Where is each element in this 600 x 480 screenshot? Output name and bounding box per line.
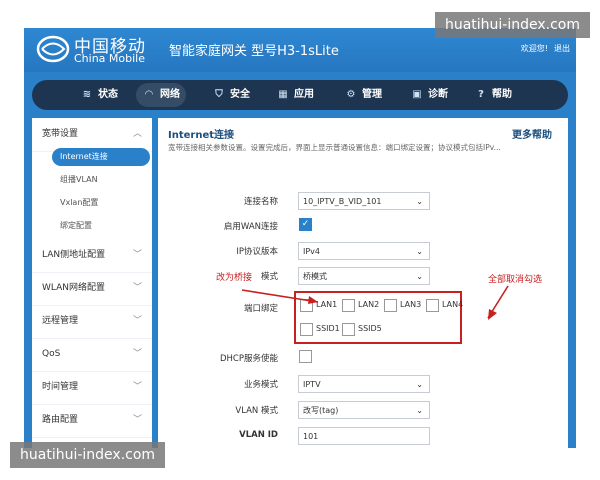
nav-diagnostics[interactable]: ▣ 诊断 xyxy=(410,80,448,110)
sidebar-item-binding[interactable]: 绑定配置 xyxy=(52,217,150,235)
logo-english-text: China Mobile xyxy=(74,52,146,65)
nav-help[interactable]: ? 帮助 xyxy=(474,80,512,110)
welcome-text: 欢迎您! xyxy=(520,44,548,53)
chevron-down-icon: ﹀ xyxy=(132,349,142,359)
nav-security[interactable]: ⛉ 安全 xyxy=(212,80,250,110)
ip-version-label: IP协议版本 xyxy=(236,247,278,257)
ssid1-checkbox[interactable] xyxy=(300,323,313,336)
nav-network[interactable]: ◠ 网络 xyxy=(136,83,186,107)
nav-management[interactable]: ⚙ 管理 xyxy=(344,80,382,110)
sidebar-group-wlan[interactable]: WLAN网络配置 ﹀ xyxy=(32,272,152,306)
chevron-down-icon: ﹀ xyxy=(132,283,142,293)
content-panel: Internet连接 更多帮助 宽带连接相关参数设置。设置完成后，界面上显示普通… xyxy=(158,118,568,448)
lan1-label: LAN1 xyxy=(316,300,338,309)
ssid5-checkbox[interactable] xyxy=(342,323,355,336)
dhcp-label: DHCP服务使能 xyxy=(220,354,278,364)
logout-link[interactable]: 退出 xyxy=(554,43,570,54)
arrow-to-ports-head xyxy=(488,309,497,320)
watermark-bottom: huatihui-index.com xyxy=(10,442,166,468)
china-mobile-logo-icon xyxy=(36,35,70,63)
sidebar-item-internet[interactable]: Internet连接 xyxy=(52,148,150,166)
sidebar-group-qos[interactable]: QoS ﹀ xyxy=(32,338,152,372)
sidebar-group-remote[interactable]: 远程管理 ﹀ xyxy=(32,305,152,339)
router-admin-window: 中国移动 China Mobile 智能家庭网关 型号H3-1sLite 欢迎您… xyxy=(24,28,576,448)
mode-select[interactable]: 桥模式 ⌄ xyxy=(298,267,430,285)
lan2-label: LAN2 xyxy=(358,300,380,309)
chevron-down-icon: ⌄ xyxy=(416,272,423,281)
lan3-checkbox[interactable] xyxy=(384,299,397,312)
more-help-link[interactable]: 更多帮助 xyxy=(512,126,552,141)
chevron-down-icon: ﹀ xyxy=(132,316,142,326)
annotation-bridge: 改为桥接 xyxy=(216,273,253,283)
sidebar-group-routing[interactable]: 路由配置 ﹀ xyxy=(32,404,152,438)
chevron-down-icon: ⌄ xyxy=(416,380,423,389)
vlan-mode-select[interactable]: 改写(tag) ⌄ xyxy=(298,401,430,419)
grid-icon: ▦ xyxy=(278,89,288,100)
shield-icon: ⛉ xyxy=(215,89,223,100)
ssid1-label: SSID1 xyxy=(316,324,340,333)
toolbox-icon: ▣ xyxy=(412,89,422,100)
main-nav: ≋ 状态 ◠ 网络 ⛉ 安全 ▦ 应用 ⚙ 管理 ▣ 诊断 ? 帮助 xyxy=(32,80,568,110)
lan1-checkbox[interactable] xyxy=(300,299,313,312)
lan3-label: LAN3 xyxy=(400,300,422,309)
annotation-uncheck: 全部取消勾选 xyxy=(488,275,543,285)
connection-name-select[interactable]: 10_IPTV_B_VID_101 ⌄ xyxy=(298,192,430,210)
chevron-up-icon: ︿ xyxy=(132,129,142,139)
arrow-to-ports-line xyxy=(487,285,509,319)
vlan-id-input[interactable]: 101 xyxy=(298,427,430,445)
sidebar-item-vxlan[interactable]: Vxlan配置 xyxy=(52,194,150,212)
sidebar-group-time[interactable]: 时间管理 ﹀ xyxy=(32,371,152,405)
service-mode-label: 业务模式 xyxy=(243,380,278,390)
chevron-down-icon: ﹀ xyxy=(132,415,142,425)
sidebar-item-multicast-vlan[interactable]: 组播VLAN xyxy=(52,171,150,189)
sidebar-group-broadband[interactable]: 宽带设置 ︿ xyxy=(32,118,152,152)
product-title: 智能家庭网关 型号H3-1sLite xyxy=(169,44,339,59)
enable-wan-label: 启用WAN连接 xyxy=(223,222,278,232)
vlan-mode-label: VLAN 模式 xyxy=(235,406,278,416)
enable-wan-checkbox[interactable]: ✓ xyxy=(299,218,312,231)
ip-version-select[interactable]: IPv4 ⌄ xyxy=(298,242,430,260)
wifi-icon: ◠ xyxy=(145,89,153,100)
gear-icon: ⚙ xyxy=(346,89,356,100)
layers-icon: ≋ xyxy=(82,89,92,100)
chevron-down-icon: ﹀ xyxy=(132,250,142,260)
sidebar-group-lan[interactable]: LAN侧地址配置 ﹀ xyxy=(32,239,152,273)
lan4-checkbox[interactable] xyxy=(426,299,439,312)
watermark-top: huatihui-index.com xyxy=(434,12,590,38)
chevron-down-icon: ﹀ xyxy=(132,382,142,392)
lan4-label: LAN4 xyxy=(442,300,464,309)
sidebar: 宽带设置 ︿ Internet连接 组播VLAN Vxlan配置 绑定配置 LA… xyxy=(32,118,152,448)
question-icon: ? xyxy=(478,89,484,100)
vlan-id-label: VLAN ID xyxy=(239,430,278,440)
chevron-down-icon: ⌄ xyxy=(416,197,423,206)
service-mode-select[interactable]: IPTV ⌄ xyxy=(298,375,430,393)
port-binding-label: 端口绑定 xyxy=(243,304,278,314)
nav-status[interactable]: ≋ 状态 xyxy=(80,80,118,110)
page-title: Internet连接 xyxy=(168,130,235,141)
ssid5-label: SSID5 xyxy=(358,324,382,333)
chevron-down-icon: ⌄ xyxy=(416,406,423,415)
dhcp-checkbox[interactable] xyxy=(299,350,312,363)
chevron-down-icon: ⌄ xyxy=(416,247,423,256)
nav-apps[interactable]: ▦ 应用 xyxy=(276,80,314,110)
lan2-checkbox[interactable] xyxy=(342,299,355,312)
page-description: 宽带连接相关参数设置。设置完成后，界面上显示普通设置信息：端口绑定设置；协议模式… xyxy=(168,143,501,152)
connection-name-label: 连接名称 xyxy=(243,197,278,207)
